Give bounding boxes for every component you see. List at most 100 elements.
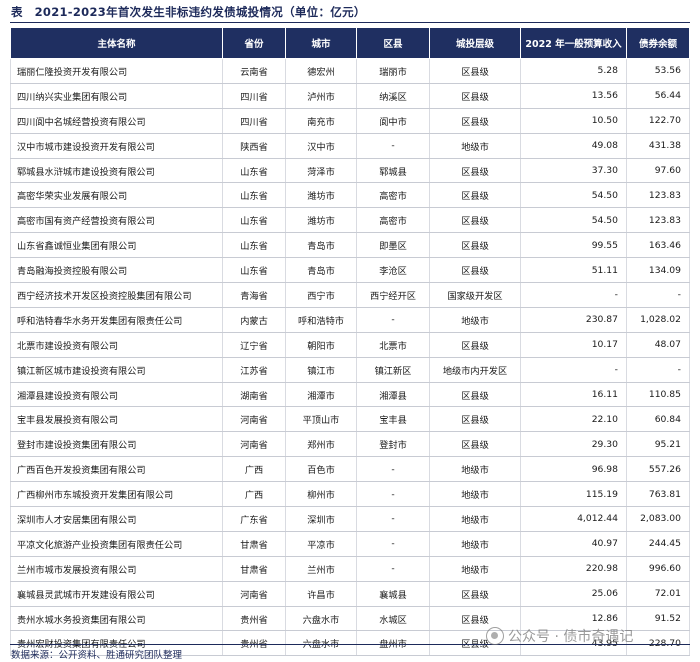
cell-entity-name: 汉中市城市建设投资开发有限公司 <box>10 133 223 159</box>
table-row: 北票市建设投资有限公司 辽宁省 朝阳市 北票市 区县级 10.17 48.07 <box>10 332 690 358</box>
cell-level: 地级市 <box>429 307 521 333</box>
cell-bond-balance: 557.26 <box>626 456 690 483</box>
cell-bond-balance: 996.60 <box>626 556 690 582</box>
watermark: 公众号 · 债市奇遇记 <box>486 626 633 646</box>
cell-entity-name: 宝丰县发展投资有限公司 <box>10 406 223 433</box>
cell-district: - <box>356 133 430 159</box>
cell-entity-name: 登封市建设投资集团有限公司 <box>10 431 223 458</box>
cell-bond-balance: 763.81 <box>626 481 690 508</box>
cell-bond-balance: 123.83 <box>626 207 690 234</box>
cell-entity-name: 呼和浩特春华水务开发集团有限责任公司 <box>10 307 223 333</box>
cell-province: 山东省 <box>222 158 286 184</box>
watermark-text: 公众号 · 债市奇遇记 <box>508 629 634 645</box>
cell-level: 国家级开发区 <box>429 282 521 308</box>
cell-bond-balance: 2,083.00 <box>626 506 690 532</box>
cell-province: 广东省 <box>222 506 286 532</box>
col-header-bond-balance: 债券余额 <box>626 27 690 59</box>
cell-bond-balance: 60.84 <box>626 406 690 433</box>
cell-province: 辽宁省 <box>222 332 286 358</box>
cell-level: 地级市 <box>429 556 521 582</box>
cell-city: 南充市 <box>285 108 357 134</box>
data-table: 主体名称 省份 城市 区县 城投层级 2022 年一般预算收入 债券余额 瑞丽仁… <box>10 27 690 657</box>
cell-bond-balance: 244.45 <box>626 531 690 557</box>
cell-province: 陕西省 <box>222 133 286 159</box>
cell-budget-revenue: 51.11 <box>520 257 627 284</box>
cell-city: 青岛市 <box>285 232 357 259</box>
cell-province: 山东省 <box>222 257 286 284</box>
cell-bond-balance: 431.38 <box>626 133 690 159</box>
cell-city: 百色市 <box>285 456 357 483</box>
cell-bond-balance: 56.44 <box>626 83 690 109</box>
cell-province: 江苏省 <box>222 357 286 383</box>
cell-bond-balance: 163.46 <box>626 232 690 259</box>
table-row: 瑞丽仁隆投资开发有限公司 云南省 德宏州 瑞丽市 区县级 5.28 53.56 <box>10 58 690 84</box>
cell-entity-name: 深圳市人才安居集团有限公司 <box>10 506 223 532</box>
cell-province: 广西 <box>222 456 286 483</box>
cell-city: 菏泽市 <box>285 158 357 184</box>
col-header-district: 区县 <box>356 27 430 59</box>
cell-city: 平顶山市 <box>285 406 357 433</box>
cell-province: 广西 <box>222 481 286 508</box>
table-title: 表 2021-2023年首次发生非标违约发债城投情况（单位：亿元） <box>11 5 366 19</box>
cell-province: 河南省 <box>222 406 286 433</box>
table-row: 登封市建设投资集团有限公司 河南省 郑州市 登封市 区县级 29.30 95.21 <box>10 431 690 458</box>
table-row: 高密华荣实业发展有限公司 山东省 潍坊市 高密市 区县级 54.50 123.83 <box>10 182 690 209</box>
cell-district: 郓城县 <box>356 158 430 184</box>
table-row: 宝丰县发展投资有限公司 河南省 平顶山市 宝丰县 区县级 22.10 60.84 <box>10 406 690 433</box>
cell-entity-name: 平凉文化旅游产业投资集团有限责任公司 <box>10 531 223 557</box>
cell-budget-revenue: 10.50 <box>520 108 627 134</box>
cell-bond-balance: 122.70 <box>626 108 690 134</box>
cell-budget-revenue: 99.55 <box>520 232 627 259</box>
cell-level: 区县级 <box>429 382 521 408</box>
cell-level: 区县级 <box>429 158 521 184</box>
cell-budget-revenue: 10.17 <box>520 332 627 358</box>
cell-city: 兰州市 <box>285 556 357 582</box>
cell-level: 区县级 <box>429 431 521 458</box>
table-header-row: 主体名称 省份 城市 区县 城投层级 2022 年一般预算收入 债券余额 <box>10 27 690 59</box>
cell-district: 高密市 <box>356 207 430 234</box>
cell-entity-name: 西宁经济技术开发区投资控股集团有限公司 <box>10 282 223 308</box>
cell-entity-name: 青岛融海投资控股有限公司 <box>10 257 223 284</box>
source-note: 数据来源：公开资料、胜通研究团队整理 <box>11 650 183 661</box>
cell-budget-revenue: 96.98 <box>520 456 627 483</box>
cell-province: 贵州省 <box>222 606 286 632</box>
cell-district: 登封市 <box>356 431 430 458</box>
table-row: 高密市国有资产经营投资有限公司 山东省 潍坊市 高密市 区县级 54.50 123.83 <box>10 207 690 234</box>
cell-budget-revenue: 29.30 <box>520 431 627 458</box>
cell-entity-name: 襄城县灵武城市开发建设有限公司 <box>10 581 223 607</box>
cell-district: - <box>356 531 430 557</box>
cell-bond-balance: 91.52 <box>626 606 690 632</box>
title-rule <box>10 22 690 23</box>
cell-budget-revenue: 25.06 <box>520 581 627 607</box>
cell-entity-name: 四川阆中名城经营投资有限公司 <box>10 108 223 134</box>
cell-level: 地级市 <box>429 506 521 532</box>
table-row: 郓城县水浒城市建设投资有限公司 山东省 菏泽市 郓城县 区县级 37.30 97.60 <box>10 158 690 184</box>
cell-entity-name: 四川纳兴实业集团有限公司 <box>10 83 223 109</box>
cell-budget-revenue: 13.56 <box>520 83 627 109</box>
cell-budget-revenue: 220.98 <box>520 556 627 582</box>
cell-bond-balance: 72.01 <box>626 581 690 607</box>
cell-budget-revenue: 4,012.44 <box>520 506 627 532</box>
cell-province: 河南省 <box>222 431 286 458</box>
cell-level: 地级市 <box>429 531 521 557</box>
cell-budget-revenue: 54.50 <box>520 207 627 234</box>
cell-budget-revenue: - <box>520 282 627 308</box>
cell-entity-name: 瑞丽仁隆投资开发有限公司 <box>10 58 223 84</box>
cell-budget-revenue: - <box>520 357 627 383</box>
cell-bond-balance: 48.07 <box>626 332 690 358</box>
cell-district: 湘潭县 <box>356 382 430 408</box>
cell-district: 宝丰县 <box>356 406 430 433</box>
cell-entity-name: 镇江新区城市建设投资有限公司 <box>10 357 223 383</box>
cell-city: 汉中市 <box>285 133 357 159</box>
cell-district: 瑞丽市 <box>356 58 430 84</box>
cell-district: - <box>356 307 430 333</box>
cell-province: 四川省 <box>222 108 286 134</box>
cell-city: 许昌市 <box>285 581 357 607</box>
cell-city: 青岛市 <box>285 257 357 284</box>
cell-budget-revenue: 22.10 <box>520 406 627 433</box>
table-row: 广西柳州市东城投资开发集团有限公司 广西 柳州市 - 地级市 115.19 763.81 <box>10 481 690 508</box>
cell-bond-balance: - <box>626 357 690 383</box>
cell-entity-name: 广西百色开发投资集团有限公司 <box>10 456 223 483</box>
cell-entity-name: 北票市建设投资有限公司 <box>10 332 223 358</box>
cell-entity-name: 郓城县水浒城市建设投资有限公司 <box>10 158 223 184</box>
